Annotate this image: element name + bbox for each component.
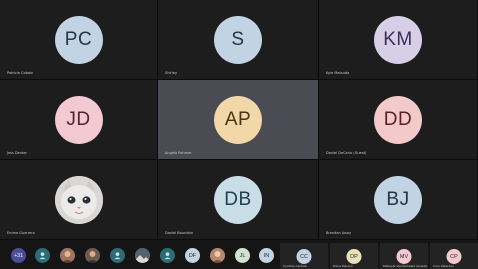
participant-name: Cynthia Carlisle — [283, 264, 307, 268]
participant-avatar: DP — [346, 249, 362, 264]
participant-tile[interactable]: DD Daniel DeCarlo (Guest) — [319, 80, 478, 160]
avatar: JD — [54, 96, 103, 144]
participant-tile-small[interactable]: CC Cynthia Carlisle — [280, 243, 328, 269]
participant-tile[interactable]: JD Jess Denter — [0, 80, 158, 160]
avatar: AP — [214, 96, 262, 144]
avatar: BJ — [374, 176, 422, 224]
participant-tile[interactable]: S Shirley — [158, 0, 319, 80]
person-photo-icon — [62, 251, 73, 263]
participant-avatar[interactable]: JL — [235, 248, 250, 263]
landscape-photo-icon — [135, 248, 150, 263]
participant-tile-active-speaker[interactable]: AP Angela Pohmer — [158, 80, 319, 160]
participant-name: Angela Pohmer — [165, 151, 192, 155]
participant-name: Dana Pierson — [333, 264, 353, 268]
participant-tile[interactable]: DB Daniel Bourdain — [158, 160, 319, 240]
participant-avatar-icon[interactable] — [160, 248, 175, 263]
participant-avatar[interactable]: DF — [185, 248, 200, 263]
avatar: S — [214, 16, 262, 64]
participant-tile-small[interactable]: DP Dana Pierson — [330, 243, 378, 269]
avatar: DD — [374, 96, 422, 144]
participant-avatar-icon[interactable] — [110, 248, 125, 263]
participant-tile-small[interactable]: CP Cory Peterson — [430, 243, 478, 269]
participant-avatar: MV — [396, 249, 412, 264]
participant-tile[interactable]: Emma Guerrero — [0, 160, 158, 240]
person-photo-icon — [87, 251, 98, 263]
profile-photo — [54, 176, 103, 224]
participant-photo[interactable] — [85, 248, 100, 263]
avatar: PC — [54, 16, 103, 64]
avatar: KM — [374, 16, 422, 64]
participant-photo[interactable] — [135, 248, 150, 263]
participant-name: Patricia Cobain — [7, 71, 34, 75]
avatar: DB — [214, 176, 262, 224]
participant-tile[interactable]: BJ Brendan Josay — [319, 160, 478, 240]
participant-tile[interactable]: PC Patricia Cobain — [0, 0, 158, 80]
participant-name: Emma Guerrero — [7, 231, 35, 235]
participant-name: Makayla Vanderhaald (Guest) — [383, 264, 428, 268]
participant-name: Cory Peterson — [433, 264, 454, 268]
participant-avatar: CP — [446, 249, 462, 264]
participant-avatar-icon[interactable] — [35, 248, 50, 263]
participant-name: Daniel Bourdain — [165, 231, 193, 235]
kitten-photo-icon — [54, 176, 103, 224]
participant-tile-small[interactable]: MV Makayla Vanderhaald (Guest) — [380, 243, 428, 269]
person-photo-icon — [212, 251, 223, 263]
person-icon — [164, 252, 171, 260]
participant-name: Jess Denter — [7, 151, 27, 155]
participant-photo[interactable] — [210, 248, 225, 263]
video-grid: PC Patricia Cobain S Shirley KM Kyle Mat… — [0, 0, 478, 240]
participant-name: Brendan Josay — [326, 231, 352, 235]
participant-tile[interactable]: KM Kyle Matsuda — [319, 0, 478, 80]
more-participants-button[interactable]: +31 — [11, 248, 26, 263]
participant-name: Shirley — [165, 71, 178, 75]
participant-avatar: CC — [296, 249, 312, 264]
participant-name: Daniel DeCarlo (Guest) — [326, 151, 367, 155]
participant-avatar[interactable]: IN — [259, 248, 274, 263]
participant-photo[interactable] — [60, 248, 75, 263]
person-icon — [114, 252, 121, 260]
person-icon — [39, 252, 46, 260]
participant-name: Kyle Matsuda — [326, 71, 350, 75]
